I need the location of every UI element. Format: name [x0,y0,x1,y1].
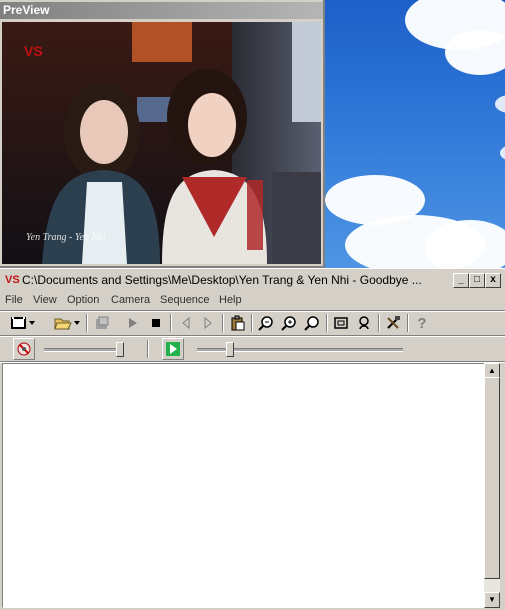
position-slider-thumb[interactable] [226,342,234,357]
minimize-button[interactable]: _ [453,273,469,288]
toolbar-separator [251,314,253,332]
toolbar-separator [86,314,88,332]
menu-camera[interactable]: Camera [111,293,150,307]
zoom-fit-icon[interactable] [302,313,322,333]
toolbar-separator [407,314,409,332]
menu-file[interactable]: File [5,293,23,307]
save-icon[interactable] [92,313,112,333]
zoom-in-icon[interactable] [279,313,299,333]
menu-option[interactable]: Option [67,293,99,307]
svg-text:VS: VS [24,43,43,59]
cloud [500,145,505,161]
film-icon[interactable]: VS [5,273,20,287]
play-icon[interactable] [122,313,142,333]
cloud [445,30,505,75]
menu-help[interactable]: Help [219,293,242,307]
vertical-scrollbar[interactable]: ▲ ▼ [484,363,500,608]
maximize-icon: □ [473,274,481,285]
close-icon: x [490,274,496,285]
cloud [495,95,505,113]
toolbar-separator [378,314,380,332]
maximize-button[interactable]: □ [469,273,485,288]
volume-slider-thumb[interactable] [116,342,124,357]
preview-window[interactable]: PreView VS Yen Trang - Yen Nhi [0,0,325,268]
window-border [500,363,505,608]
video-caption: Yen Trang - Yen Nhi [26,232,106,243]
main-toolbar: ? [0,311,505,335]
paste-icon[interactable] [228,313,248,333]
toolbar-separator [222,314,224,332]
capture-icon[interactable] [13,338,35,360]
prev-frame-icon[interactable] [176,313,196,333]
open-folder-icon[interactable] [52,313,82,333]
preview-title: PreView [0,2,323,19]
minimize-icon: _ [458,274,464,285]
volume-slider-track[interactable] [44,348,124,352]
toolbar-separator [147,340,149,358]
title-bar[interactable]: VS C:\Documents and Settings\Me\Desktop\… [2,271,501,289]
frame-icon[interactable] [331,313,351,333]
play-green-icon[interactable] [162,338,184,360]
content-area[interactable] [2,363,485,608]
video-image: VS [2,22,321,264]
desktop-background [325,0,505,268]
close-button[interactable]: x [485,273,501,288]
playback-toolbar [0,337,505,361]
main-window[interactable]: VS C:\Documents and Settings\Me\Desktop\… [0,268,505,610]
camera-settings-icon[interactable] [354,313,374,333]
toolbar-separator [170,314,172,332]
menu-sequence[interactable]: Sequence [160,293,210,307]
scroll-down-button[interactable]: ▼ [484,592,500,608]
tools-icon[interactable] [383,313,403,333]
menu-bar: File View Option Camera Sequence Help [0,291,505,309]
toolbar-separator [326,314,328,332]
cloud [425,220,505,268]
help-icon[interactable]: ? [412,313,432,333]
video-frame: VS Yen Trang - Yen Nhi [2,22,321,264]
scroll-thumb[interactable] [484,377,500,579]
stop-icon[interactable] [146,313,166,333]
next-frame-icon[interactable] [198,313,218,333]
film-strip-icon[interactable] [8,313,38,333]
menu-view[interactable]: View [33,293,57,307]
window-title: C:\Documents and Settings\Me\Desktop\Yen… [22,273,422,287]
zoom-out-icon[interactable] [256,313,276,333]
